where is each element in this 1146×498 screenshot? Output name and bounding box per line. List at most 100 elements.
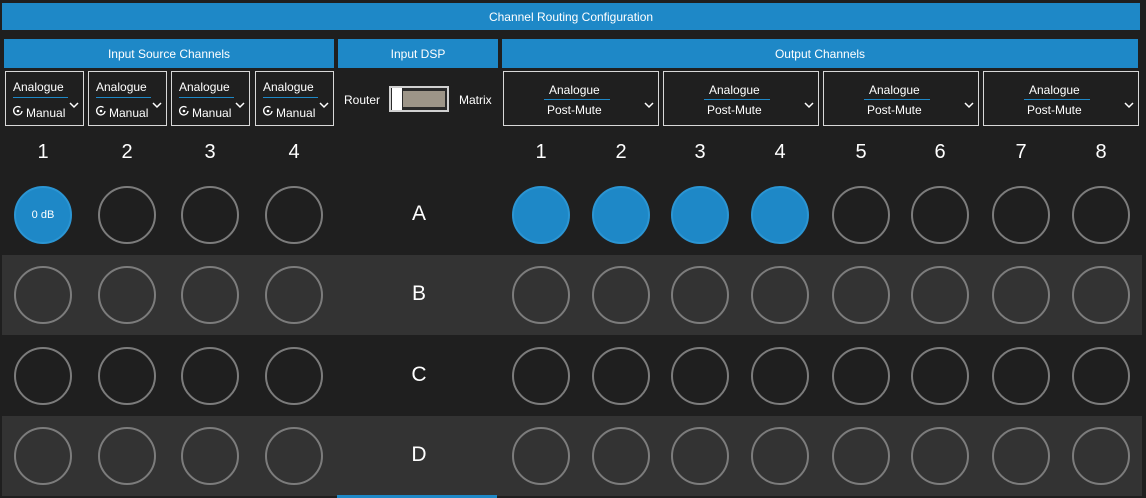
input-route-button[interactable]: 0 dB <box>14 186 72 244</box>
output-route-button[interactable] <box>671 347 729 405</box>
input-route-button[interactable] <box>265 427 323 485</box>
output-route-button[interactable] <box>592 266 650 324</box>
output-route-button[interactable] <box>1072 347 1130 405</box>
chevron-down-icon[interactable] <box>964 96 974 109</box>
input-route-button[interactable] <box>181 186 239 244</box>
chevron-down-icon[interactable] <box>1124 96 1134 109</box>
output-route-button[interactable] <box>671 427 729 485</box>
output-route-button[interactable] <box>992 427 1050 485</box>
output-source-select-2[interactable]: Analogue Post-Mute <box>663 71 819 126</box>
input-mode: Manual <box>95 105 148 120</box>
output-source-underline <box>864 99 930 100</box>
row-label: C <box>411 363 427 386</box>
input-source-value: Analogue <box>96 80 147 94</box>
output-source-underline <box>704 99 770 100</box>
input-route-button[interactable] <box>265 347 323 405</box>
input-channel-number: 3 <box>204 141 216 163</box>
output-route-button[interactable] <box>671 266 729 324</box>
output-route-button[interactable] <box>512 427 570 485</box>
output-source-value: Analogue <box>549 83 600 97</box>
output-route-button[interactable] <box>512 186 570 244</box>
output-route-button[interactable] <box>671 186 729 244</box>
chevron-down-icon[interactable] <box>152 96 162 109</box>
output-route-button[interactable] <box>911 266 969 324</box>
input-source-select-3[interactable]: Analogue Manual <box>171 71 250 126</box>
input-mode-value: Manual <box>109 105 149 120</box>
input-channel-number: 2 <box>121 141 133 163</box>
input-source-select-1[interactable]: Analogue Manual <box>5 71 84 126</box>
input-source-select-4[interactable]: Analogue Manual <box>255 71 334 126</box>
output-route-button[interactable] <box>592 427 650 485</box>
output-route-button[interactable] <box>992 347 1050 405</box>
input-source-value: Analogue <box>13 80 64 94</box>
chevron-down-icon[interactable] <box>804 96 814 109</box>
output-channel-number: 6 <box>934 141 946 163</box>
output-route-button[interactable] <box>832 266 890 324</box>
input-route-button[interactable] <box>98 427 156 485</box>
output-route-button[interactable] <box>911 186 969 244</box>
input-route-button[interactable] <box>265 186 323 244</box>
output-route-button[interactable] <box>832 186 890 244</box>
input-mode: Manual <box>12 105 65 120</box>
output-route-button[interactable] <box>751 266 809 324</box>
output-route-button[interactable] <box>1072 427 1130 485</box>
output-route-button[interactable] <box>911 427 969 485</box>
output-route-button[interactable] <box>1072 266 1130 324</box>
toggle-track <box>403 91 445 107</box>
input-source-underline <box>263 97 318 98</box>
input-route-button[interactable] <box>181 347 239 405</box>
input-source-value: Analogue <box>263 80 314 94</box>
input-source-value: Analogue <box>179 80 230 94</box>
output-route-button[interactable] <box>512 266 570 324</box>
output-channel-number: 2 <box>615 141 627 163</box>
chevron-down-icon[interactable] <box>644 96 654 109</box>
input-route-button[interactable] <box>98 266 156 324</box>
output-channels-title: Output Channels <box>774 46 866 61</box>
output-source-select-1[interactable]: Analogue Post-Mute <box>503 71 659 126</box>
input-mode-value: Manual <box>26 105 66 120</box>
input-mode: Manual <box>262 105 315 120</box>
output-route-button[interactable] <box>832 347 890 405</box>
input-route-button[interactable] <box>265 266 323 324</box>
output-route-button[interactable] <box>911 347 969 405</box>
input-route-button[interactable] <box>181 266 239 324</box>
output-channel-number: 5 <box>855 141 867 163</box>
knob-icon <box>178 105 190 120</box>
row-label: A <box>411 202 426 225</box>
output-route-button[interactable] <box>992 266 1050 324</box>
output-source-select-3[interactable]: Analogue Post-Mute <box>823 71 979 126</box>
output-source-select-4[interactable]: Analogue Post-Mute <box>983 71 1139 126</box>
input-source-select-2[interactable]: Analogue Manual <box>88 71 167 126</box>
toggle-thumb[interactable] <box>392 88 402 110</box>
output-tap-value: Post-Mute <box>547 103 602 117</box>
output-route-button[interactable] <box>992 186 1050 244</box>
router-matrix-toggle[interactable] <box>389 86 449 112</box>
chevron-down-icon[interactable] <box>235 96 245 109</box>
input-route-button[interactable] <box>14 266 72 324</box>
output-channel-number: 7 <box>1015 141 1027 163</box>
output-route-button[interactable] <box>832 427 890 485</box>
output-source-value: Analogue <box>869 83 920 97</box>
dsp-router-label: Router <box>344 93 381 107</box>
input-dsp-header: Input DSP <box>338 39 498 68</box>
input-route-button[interactable] <box>14 347 72 405</box>
input-route-button[interactable] <box>98 186 156 244</box>
chevron-down-icon[interactable] <box>319 96 329 109</box>
input-route-button[interactable] <box>14 427 72 485</box>
output-route-button[interactable] <box>592 186 650 244</box>
output-route-button[interactable] <box>751 186 809 244</box>
row-band-d <box>2 416 1142 496</box>
chevron-down-icon[interactable] <box>69 96 79 109</box>
input-route-button[interactable] <box>181 427 239 485</box>
output-tap-value: Post-Mute <box>867 103 922 117</box>
output-route-button[interactable] <box>592 347 650 405</box>
output-route-button[interactable] <box>751 347 809 405</box>
input-channel-number: 4 <box>288 141 300 163</box>
output-route-button[interactable] <box>751 427 809 485</box>
input-source-underline <box>96 97 151 98</box>
input-source-title: Input Source Channels <box>107 46 231 61</box>
output-route-button[interactable] <box>1072 186 1130 244</box>
output-tap-value: Post-Mute <box>707 103 762 117</box>
output-route-button[interactable] <box>512 347 570 405</box>
input-route-button[interactable] <box>98 347 156 405</box>
